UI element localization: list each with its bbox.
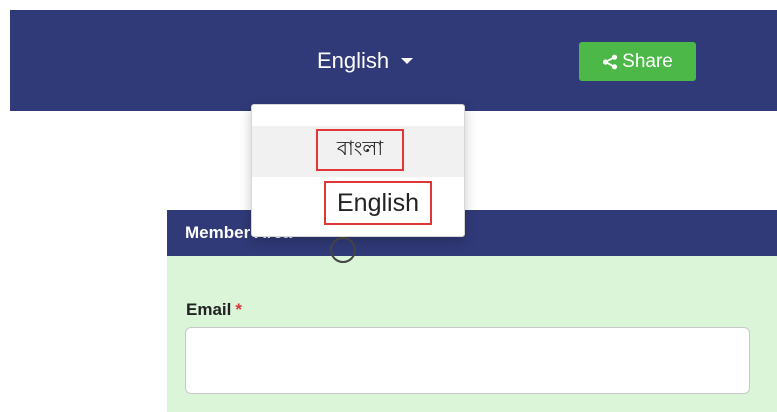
email-input[interactable] (185, 327, 750, 394)
language-selector[interactable]: English (317, 47, 414, 75)
share-button[interactable]: Share (579, 42, 696, 81)
login-panel-body: Email * (167, 256, 777, 412)
language-option-english[interactable]: English (252, 177, 464, 229)
email-label: Email * (186, 300, 242, 320)
language-dropdown-menu: বাংলা English (251, 104, 465, 237)
language-option-english-label: English (324, 181, 432, 225)
required-marker: * (235, 300, 242, 319)
share-icon (603, 54, 618, 69)
language-selector-label: English (317, 48, 390, 73)
language-option-bangla-label: বাংলা (316, 129, 404, 171)
share-button-label: Share (622, 50, 673, 72)
page: English Share Member Area Email * বাংলা E… (0, 0, 777, 412)
caret-down-icon (401, 58, 414, 64)
language-option-bangla[interactable]: বাংলা (252, 126, 464, 177)
email-label-text: Email (186, 300, 232, 319)
